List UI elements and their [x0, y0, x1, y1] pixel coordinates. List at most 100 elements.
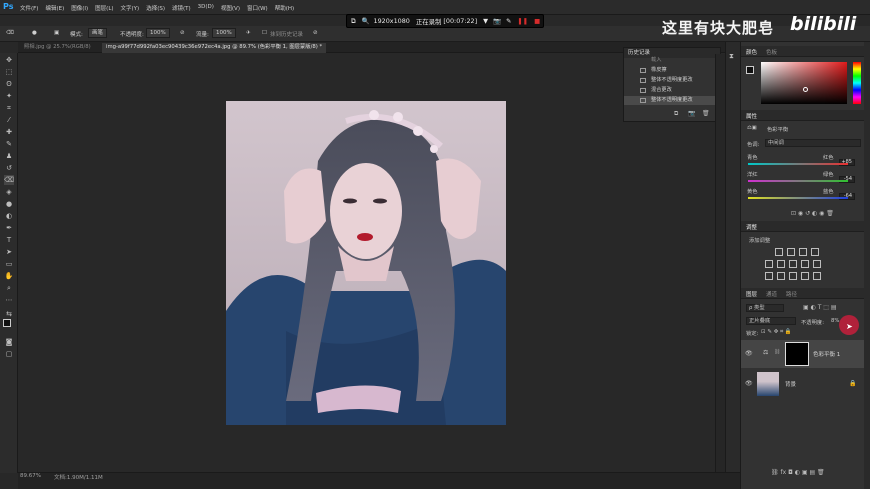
eraser-tool-icon[interactable]: ⌫ — [6, 30, 14, 36]
eraser-tool-icon[interactable]: ⌫ — [4, 175, 14, 185]
brush-tool-icon[interactable]: ✎ — [4, 139, 14, 149]
cyan-red-slider[interactable] — [748, 163, 848, 165]
swap-colors-icon[interactable]: ⇆ — [4, 309, 14, 319]
type-tool-icon[interactable]: T — [4, 235, 14, 245]
exposure-icon[interactable] — [811, 248, 819, 256]
invert-icon[interactable] — [765, 272, 773, 280]
marquee-tool-icon[interactable]: ⬚ — [4, 67, 14, 77]
recorder-pause-icon[interactable]: ❚❚ — [517, 17, 528, 25]
history-item[interactable]: 整体不透明度更改 — [624, 76, 720, 85]
layers-footer-icons[interactable]: ⛓ fx ◘ ◐ ▣ ▤ 🗑 — [771, 469, 825, 476]
visibility-eye-icon[interactable]: 👁 — [745, 380, 753, 387]
color-picker-cursor[interactable] — [803, 87, 808, 92]
foreground-color-swatch[interactable] — [3, 319, 11, 327]
recorder-window-icon[interactable]: ⧉ — [351, 17, 356, 26]
tab-document-2[interactable]: img-a99f77d992fa03ec90439c36e972ec4a.jpg… — [102, 43, 327, 53]
brush-preset-icon[interactable]: ● — [32, 30, 37, 36]
pen-tool-icon[interactable]: ✒ — [4, 223, 14, 233]
hue-slider[interactable] — [853, 62, 861, 104]
layer-name[interactable]: 背景 — [785, 380, 796, 388]
healing-brush-tool-icon[interactable]: ✚ — [4, 127, 14, 137]
layer-filter-icons[interactable]: ▣ ◐ T ⬚ ▤ — [803, 304, 837, 311]
quick-mask-icon[interactable]: ◙ — [4, 337, 14, 347]
hue-saturation-icon[interactable] — [777, 260, 785, 268]
history-erase-checkbox[interactable]: ☐ — [262, 30, 267, 36]
tab-document-1[interactable]: 照相.jpg @ 25.7%(RGB/8) — [20, 43, 95, 53]
pressure-size-icon[interactable]: ⊘ — [313, 30, 318, 36]
move-tool-icon[interactable]: ✥ — [4, 55, 14, 65]
tab-channels[interactable]: 通道 — [766, 290, 777, 298]
color-foreground-swatch[interactable] — [746, 66, 754, 74]
menu-type[interactable]: 文字(Y) — [121, 4, 140, 12]
brightness-contrast-icon[interactable] — [775, 248, 783, 256]
selective-color-icon[interactable] — [813, 272, 821, 280]
hand-tool-icon[interactable]: ✋ — [4, 271, 14, 281]
opacity-input[interactable]: 100% — [146, 28, 170, 38]
menu-select[interactable]: 选择(S) — [146, 4, 165, 12]
new-document-from-state-icon[interactable]: ⧉ — [674, 110, 678, 118]
menu-layer[interactable]: 图层(L) — [95, 4, 113, 12]
recorder-camera-icon[interactable]: 📷 — [493, 17, 501, 25]
brush-panel-icon[interactable]: ▣ — [54, 30, 59, 36]
canvas-vertical-scrollbar[interactable] — [715, 54, 725, 472]
layer-mask-thumbnail[interactable] — [785, 342, 809, 366]
clone-stamp-tool-icon[interactable]: ♟ — [4, 151, 14, 161]
lasso-tool-icon[interactable]: ʘ — [4, 79, 14, 89]
menu-filter[interactable]: 滤镜(T) — [172, 4, 191, 12]
menu-window[interactable]: 窗口(W) — [247, 4, 268, 12]
history-item[interactable]: 载入 — [624, 56, 720, 62]
tab-color[interactable]: 颜色 — [746, 48, 757, 56]
layer-row-selected[interactable]: 👁 ⚖ ⛓ 色彩平衡 1 — [741, 340, 865, 368]
history-brush-tool-icon[interactable]: ↺ — [4, 163, 14, 173]
layer-filter-select[interactable]: ρ 类型 — [746, 304, 784, 312]
layer-row[interactable]: 👁 背景 🔒 — [741, 370, 865, 398]
dodge-tool-icon[interactable]: ◐ — [4, 211, 14, 221]
layer-name[interactable]: 色彩平衡 1 — [813, 350, 840, 358]
delete-state-icon[interactable]: 🗑 — [702, 110, 710, 117]
zoom-level[interactable]: 89.67% — [20, 473, 41, 479]
paint-bucket-tool-icon[interactable]: ◈ — [4, 187, 14, 197]
properties-footer-icons[interactable]: ⊡ ◉ ↺ ◐ ◉ 🗑 — [791, 210, 834, 217]
visibility-eye-icon[interactable]: 👁 — [745, 350, 753, 357]
black-white-icon[interactable] — [801, 260, 809, 268]
airbrush-icon[interactable]: ✈ — [246, 30, 251, 36]
photo-filter-icon[interactable] — [813, 260, 821, 268]
document-photo[interactable] — [226, 101, 506, 425]
magic-wand-tool-icon[interactable]: ✦ — [4, 91, 14, 101]
yellow-blue-slider[interactable] — [748, 197, 848, 199]
recorder-stop-icon[interactable]: ■ — [534, 17, 540, 25]
tone-select[interactable]: 中间调 — [765, 139, 861, 147]
history-panel-icon[interactable]: ⧗ — [729, 52, 734, 61]
menu-image[interactable]: 图像(I) — [71, 4, 88, 12]
menu-file[interactable]: 文件(F) — [20, 4, 38, 12]
path-selection-tool-icon[interactable]: ➤ — [4, 247, 14, 257]
posterize-icon[interactable] — [777, 272, 785, 280]
magenta-green-slider[interactable] — [748, 180, 848, 182]
color-picker-field[interactable] — [761, 62, 847, 104]
mode-select[interactable]: 画笔 — [88, 28, 108, 38]
new-snapshot-icon[interactable]: 📷 — [688, 110, 695, 117]
history-item-selected[interactable]: 整体不透明度更改 — [624, 96, 720, 105]
history-item[interactable]: 橡皮擦 — [624, 66, 720, 75]
gradient-map-icon[interactable] — [801, 272, 809, 280]
right-panel-scrollbar[interactable] — [864, 42, 870, 489]
layer-thumbnail[interactable] — [757, 372, 779, 396]
history-item[interactable]: 混合更改 — [624, 86, 720, 95]
pressure-opacity-icon[interactable]: ⊘ — [180, 30, 185, 36]
lock-icons[interactable]: ⊡ ✎ ✥ ⌗ 🔒 — [761, 329, 792, 336]
recorder-dropdown-icon[interactable]: ▼ — [483, 17, 488, 25]
menu-help[interactable]: 帮助(H) — [275, 4, 294, 12]
menu-3d[interactable]: 3D(D) — [198, 4, 214, 12]
crop-tool-icon[interactable]: ⌗ — [4, 103, 14, 113]
eyedropper-tool-icon[interactable]: ⁄ — [4, 115, 14, 125]
blur-tool-icon[interactable]: ● — [4, 199, 14, 209]
more-tools-icon[interactable]: ⋯ — [4, 295, 14, 305]
curves-icon[interactable] — [799, 248, 807, 256]
color-balance-icon[interactable] — [789, 260, 797, 268]
tab-layers[interactable]: 图层 — [746, 290, 757, 298]
menu-view[interactable]: 视图(V) — [221, 4, 240, 12]
zoom-tool-icon[interactable]: ⌕ — [4, 283, 14, 293]
mask-link-icon[interactable]: ⛓ — [774, 349, 780, 355]
recorder-pen-icon[interactable]: ✎ — [506, 17, 511, 25]
levels-icon[interactable] — [787, 248, 795, 256]
